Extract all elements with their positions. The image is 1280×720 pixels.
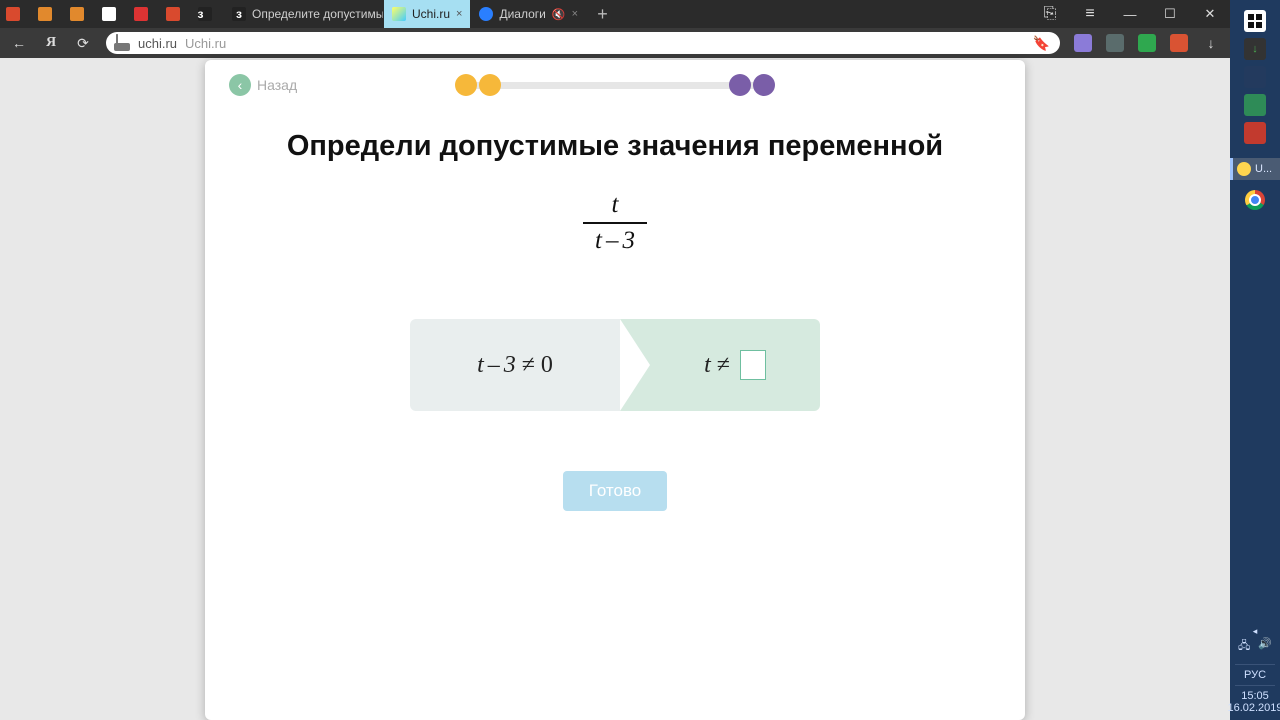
step-condition: t–3 ≠ 0 <box>410 319 620 411</box>
expression-fraction: t t–3 <box>583 191 647 255</box>
tab-7[interactable]: зОпределите допустимые з <box>224 0 384 28</box>
bookmark-icon[interactable]: 🔖 <box>1033 35 1050 52</box>
windows-taskbar-vertical: U... ◂ 🖧 🔊 РУС 15:05 16.02.2019 <box>1230 0 1280 720</box>
answer-input[interactable] <box>740 350 766 380</box>
page-viewport: ‹ Назад Определи допустимые значения пер… <box>0 58 1230 720</box>
mute-icon[interactable]: 🔇 <box>552 8 566 21</box>
card-topbar: ‹ Назад <box>229 74 1001 96</box>
tab-9[interactable]: Диалоги🔇× <box>471 0 587 28</box>
start-button[interactable] <box>1244 10 1266 32</box>
taskbar-app-1[interactable] <box>1244 38 1266 60</box>
yandex-home-icon[interactable]: Я <box>42 34 60 52</box>
address-bar: ← Я ⟳ uchi.ru Uchi.ru 🔖 ↓ <box>0 28 1230 58</box>
tray-date[interactable]: 16.02.2019 <box>1227 702 1280 714</box>
side-panel-button[interactable]: ⎘ <box>1030 0 1070 28</box>
menu-button[interactable]: ≡ <box>1070 0 1110 28</box>
fraction-bar <box>583 222 647 224</box>
exercise-title: Определи допустимые значения переменной <box>287 130 943 163</box>
ext-icon-4[interactable] <box>1170 34 1188 52</box>
tray-volume-icon[interactable]: 🔊 <box>1258 637 1272 656</box>
exercise-card: ‹ Назад Определи допустимые значения пер… <box>205 60 1025 720</box>
system-tray: ◂ 🖧 🔊 РУС 15:05 16.02.2019 <box>1230 626 1280 720</box>
tab-2[interactable] <box>64 0 96 28</box>
tab-0[interactable] <box>0 0 32 28</box>
tray-network-icon[interactable]: 🖧 <box>1238 637 1250 656</box>
lock-icon <box>116 35 130 51</box>
back-label: Назад <box>257 77 297 93</box>
maximize-button[interactable]: ☐ <box>1150 0 1190 28</box>
taskbar-active-app[interactable]: U... <box>1230 158 1280 180</box>
tab-4[interactable] <box>128 0 160 28</box>
tray-time[interactable]: 15:05 <box>1241 690 1269 702</box>
tab-strip: з зОпределите допустимые з Uchi.ru× Диал… <box>0 0 1230 28</box>
reload-icon[interactable]: ⟳ <box>74 34 92 52</box>
tab-6[interactable]: з <box>192 0 224 28</box>
close-tab-icon[interactable]: × <box>572 8 578 20</box>
progress-indicator <box>465 74 765 96</box>
app-icon <box>1237 162 1251 176</box>
tab-3[interactable] <box>96 0 128 28</box>
tab-active[interactable]: Uchi.ru× <box>384 0 471 28</box>
tab-5[interactable] <box>160 0 192 28</box>
window-controls: ⎘ ≡ — ☐ ✕ <box>1030 0 1230 28</box>
close-window-button[interactable]: ✕ <box>1190 0 1230 28</box>
ext-icon-2[interactable] <box>1106 34 1124 52</box>
back-button[interactable]: ‹ Назад <box>229 74 297 96</box>
url-path: Uchi.ru <box>185 36 226 51</box>
close-tab-icon[interactable]: × <box>456 8 462 20</box>
downloads-icon[interactable]: ↓ <box>1202 34 1220 52</box>
ready-button[interactable]: Готово <box>563 471 668 511</box>
browser-window: з зОпределите допустимые з Uchi.ru× Диал… <box>0 0 1230 720</box>
tray-more-icon[interactable]: ◂ <box>1253 626 1258 637</box>
chevron-left-icon: ‹ <box>229 74 251 96</box>
fraction-numerator: t <box>606 191 625 219</box>
url-host: uchi.ru <box>138 36 177 51</box>
taskbar-app-3[interactable] <box>1244 94 1266 116</box>
ext-icon-1[interactable] <box>1074 34 1092 52</box>
new-tab-button[interactable]: + <box>587 0 619 28</box>
taskbar-chrome[interactable] <box>1245 190 1265 210</box>
taskbar-top <box>1244 4 1266 150</box>
solution-steps: t–3 ≠ 0 t≠ <box>410 319 820 411</box>
taskbar-app-4[interactable] <box>1244 122 1266 144</box>
nav-back-icon[interactable]: ← <box>10 34 28 52</box>
minimize-button[interactable]: — <box>1110 0 1150 28</box>
taskbar-app-2[interactable] <box>1244 66 1266 88</box>
url-box[interactable]: uchi.ru Uchi.ru 🔖 <box>106 32 1060 54</box>
fraction-denominator: t–3 <box>589 227 641 255</box>
step-answer: t≠ <box>620 319 820 411</box>
tray-language[interactable]: РУС <box>1244 669 1266 681</box>
ext-icon-3[interactable] <box>1138 34 1156 52</box>
tab-1[interactable] <box>32 0 64 28</box>
